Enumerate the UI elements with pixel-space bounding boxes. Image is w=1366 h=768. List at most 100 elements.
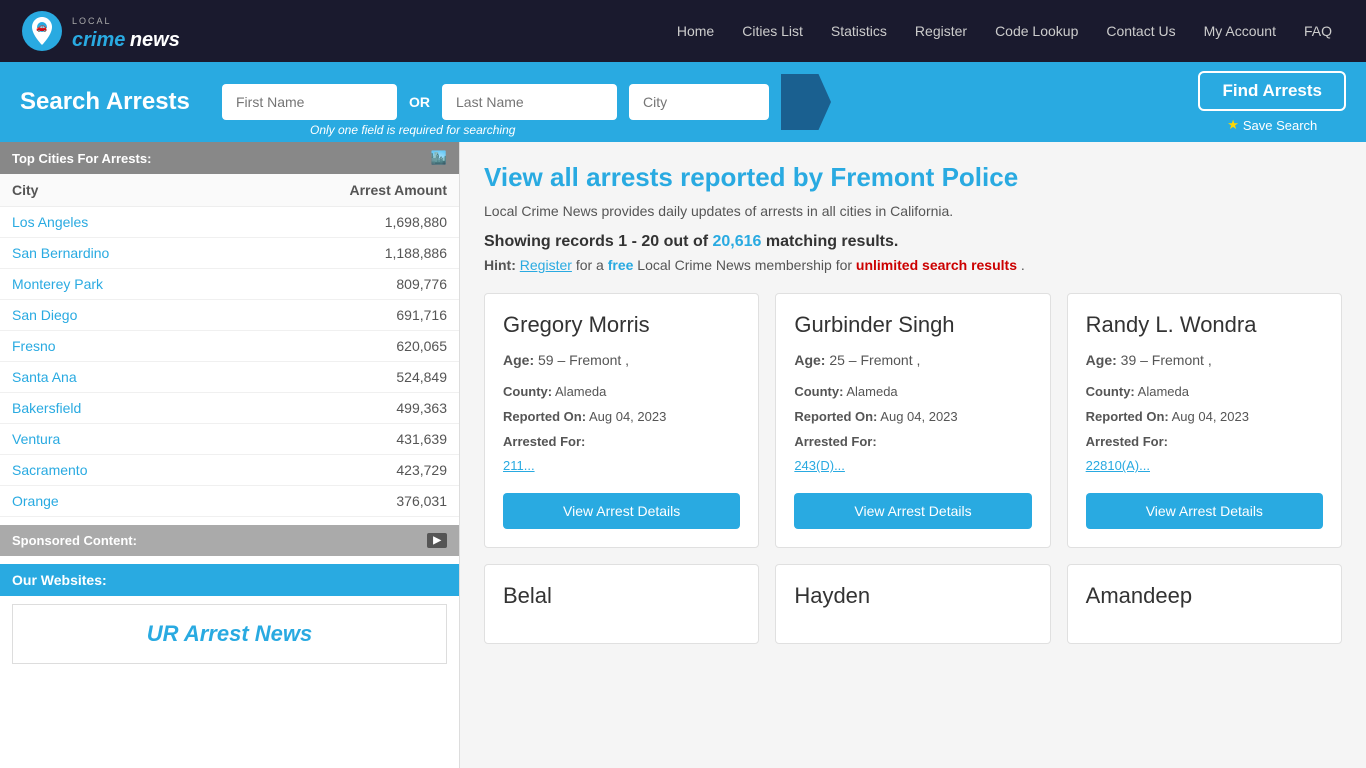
arrest-card-partial: Amandeep xyxy=(1067,564,1342,644)
top-navigation: 🚗 LOCAL crime news HomeCities ListStatis… xyxy=(0,0,1366,62)
nav-link-code-lookup[interactable]: Code Lookup xyxy=(981,0,1092,62)
city-link[interactable]: Bakersfield xyxy=(12,400,81,416)
last-name-input[interactable] xyxy=(442,84,617,120)
arrested-for-label: Arrested For: xyxy=(794,434,876,449)
age-value: 59 – Fremont , xyxy=(538,352,629,368)
city-amount: 1,698,880 xyxy=(229,207,459,238)
city-amount: 809,776 xyxy=(229,269,459,300)
first-name-input[interactable] xyxy=(222,84,397,120)
nav-link-my-account[interactable]: My Account xyxy=(1190,0,1290,62)
logo-text: LOCAL crime news xyxy=(72,11,180,52)
county-value: Alameda xyxy=(1138,384,1189,399)
table-row: Monterey Park 809,776 xyxy=(0,269,459,300)
records-out: out of xyxy=(659,233,712,250)
city-link[interactable]: San Diego xyxy=(12,307,77,323)
arrested-for-label: Arrested For: xyxy=(1086,434,1168,449)
view-details-button[interactable]: View Arrest Details xyxy=(503,493,740,529)
arrest-name-partial: Belal xyxy=(503,583,740,609)
partial-arrest-cards-grid: Belal Hayden Amandeep xyxy=(484,564,1342,644)
records-range: 1 - 20 xyxy=(618,233,659,250)
search-bar: Search Arrests OR Find Arrests ★ Save Se… xyxy=(0,62,1366,142)
city-link[interactable]: Orange xyxy=(12,493,59,509)
main-layout: Top Cities For Arrests: 🏙️ City Arrest A… xyxy=(0,142,1366,768)
nav-link-statistics[interactable]: Statistics xyxy=(817,0,901,62)
city-amount: 691,716 xyxy=(229,300,459,331)
city-amount: 431,639 xyxy=(229,424,459,455)
nav-link-faq[interactable]: FAQ xyxy=(1290,0,1346,62)
city-link[interactable]: Santa Ana xyxy=(12,369,77,385)
logo-area[interactable]: 🚗 LOCAL crime news xyxy=(20,9,180,53)
arrest-code[interactable]: 211... xyxy=(503,458,535,473)
save-search-label: Save Search xyxy=(1243,118,1317,133)
county-label: County: xyxy=(1086,384,1135,399)
city-link[interactable]: Fresno xyxy=(12,338,56,354)
nav-link-register[interactable]: Register xyxy=(901,0,981,62)
find-arrests-button[interactable]: Find Arrests xyxy=(1198,71,1346,111)
or-label: OR xyxy=(409,94,430,110)
arrest-name: Gurbinder Singh xyxy=(794,312,1031,338)
age-label: Age: xyxy=(1086,352,1117,368)
arrested-for-label: Arrested For: xyxy=(503,434,585,449)
city-amount: 423,729 xyxy=(229,455,459,486)
county-value: Alameda xyxy=(555,384,606,399)
records-count: 20,616 xyxy=(712,233,761,250)
save-search-link[interactable]: ★ Save Search xyxy=(1227,117,1317,133)
city-link[interactable]: San Bernardino xyxy=(12,245,109,261)
city-column-header: City xyxy=(0,174,229,207)
hint-free: free xyxy=(608,257,634,273)
arrest-code[interactable]: 22810(A)... xyxy=(1086,458,1150,473)
svg-text:🚗: 🚗 xyxy=(36,22,47,32)
arrest-card: Gregory Morris Age: 59 – Fremont , Count… xyxy=(484,293,759,548)
city-amount: 620,065 xyxy=(229,331,459,362)
reported-label: Reported On: xyxy=(503,409,586,424)
city-amount: 499,363 xyxy=(229,393,459,424)
city-link[interactable]: Sacramento xyxy=(12,462,87,478)
nav-link-contact-us[interactable]: Contact Us xyxy=(1092,0,1189,62)
records-suffix: matching results. xyxy=(761,233,898,250)
hint-end: . xyxy=(1021,257,1025,273)
records-info: Showing records 1 - 20 out of 20,616 mat… xyxy=(484,233,1342,251)
logo-news-text: news xyxy=(130,29,180,51)
table-row: Ventura 431,639 xyxy=(0,424,459,455)
amount-column-header: Arrest Amount xyxy=(229,174,459,207)
reported-label: Reported On: xyxy=(1086,409,1169,424)
hint-register-link[interactable]: Register xyxy=(520,257,572,273)
arrest-details: County: Alameda Reported On: Aug 04, 202… xyxy=(1086,380,1323,479)
table-row: San Bernardino1,188,886 xyxy=(0,238,459,269)
city-amount: 524,849 xyxy=(229,362,459,393)
description-text: Local Crime News provides daily updates … xyxy=(484,203,1342,219)
top-cities-header: Top Cities For Arrests: 🏙️ xyxy=(0,142,459,174)
table-row: Bakersfield 499,363 xyxy=(0,393,459,424)
age-label: Age: xyxy=(503,352,534,368)
city-input[interactable] xyxy=(629,84,769,120)
arrest-details: County: Alameda Reported On: Aug 04, 202… xyxy=(503,380,740,479)
city-link[interactable]: Los Angeles xyxy=(12,214,88,230)
logo-local: LOCAL xyxy=(72,16,112,26)
view-details-button[interactable]: View Arrest Details xyxy=(1086,493,1323,529)
table-row: Santa Ana 524,849 xyxy=(0,362,459,393)
arrest-code[interactable]: 243(D)... xyxy=(794,458,845,473)
search-hint: Only one field is required for searching xyxy=(310,123,515,137)
nav-links: HomeCities ListStatisticsRegisterCode Lo… xyxy=(663,0,1346,62)
page-heading: View all arrests reported by Fremont Pol… xyxy=(484,162,1342,193)
hint-text: Hint: Register for a free Local Crime Ne… xyxy=(484,257,1342,273)
nav-link-home[interactable]: Home xyxy=(663,0,728,62)
main-content: View all arrests reported by Fremont Pol… xyxy=(460,142,1366,768)
view-details-button[interactable]: View Arrest Details xyxy=(794,493,1031,529)
arrest-card-partial: Hayden xyxy=(775,564,1050,644)
arrest-name-partial: Amandeep xyxy=(1086,583,1323,609)
table-row: Los Angeles 1,698,880 xyxy=(0,207,459,238)
city-amount: 376,031 xyxy=(229,486,459,517)
ur-arrest-news-title: UR Arrest News xyxy=(25,621,434,647)
search-arrow-decoration xyxy=(781,74,831,130)
arrest-card-partial: Belal xyxy=(484,564,759,644)
arrest-name-partial: Hayden xyxy=(794,583,1031,609)
city-link[interactable]: Monterey Park xyxy=(12,276,103,292)
city-link[interactable]: Ventura xyxy=(12,431,60,447)
county-label: County: xyxy=(794,384,843,399)
nav-link-cities-list[interactable]: Cities List xyxy=(728,0,817,62)
logo-icon: 🚗 xyxy=(20,9,64,53)
arrest-age-info: Age: 59 – Fremont , xyxy=(503,352,740,368)
table-row: Fresno 620,065 xyxy=(0,331,459,362)
ur-arrest-news-box[interactable]: UR Arrest News xyxy=(12,604,447,664)
